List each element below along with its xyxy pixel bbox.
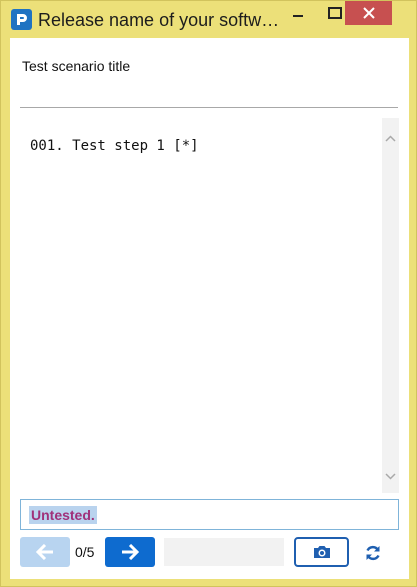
minimize-button[interactable] [284,1,312,25]
step-counter: 0/5 [75,544,95,560]
arrow-right-icon [122,544,139,560]
comment-input[interactable] [164,538,284,566]
app-window: Release name of your softw… Test scenari… [0,0,417,587]
scroll-down-button[interactable] [382,468,399,485]
client-area: Test scenario title 001. Test step 1 [*]… [10,38,409,579]
arrow-left-icon [36,544,53,560]
status-field[interactable]: Untested. [20,499,399,530]
chevron-up-icon [385,135,396,142]
next-step-button[interactable] [105,537,155,567]
maximize-icon [328,7,342,19]
scroll-up-button[interactable] [382,130,399,147]
scrollbar[interactable] [382,118,399,493]
app-logo-icon [11,9,32,30]
close-icon [362,7,375,19]
status-text: Untested. [29,506,97,524]
close-button[interactable] [345,1,392,25]
refresh-button[interactable] [360,540,386,566]
previous-step-button[interactable] [20,537,70,567]
window-title: Release name of your softw… [38,10,280,30]
screenshot-button[interactable] [294,537,349,567]
steps-list[interactable]: 001. Test step 1 [*] [20,118,399,493]
minimize-icon [293,15,303,17]
camera-icon [313,546,330,558]
scenario-title: Test scenario title [22,58,131,74]
divider [20,107,398,108]
chevron-down-icon [385,473,396,480]
list-item[interactable]: 001. Test step 1 [*] [30,136,350,156]
title-bar[interactable]: Release name of your softw… [1,1,416,37]
refresh-icon [366,545,380,561]
